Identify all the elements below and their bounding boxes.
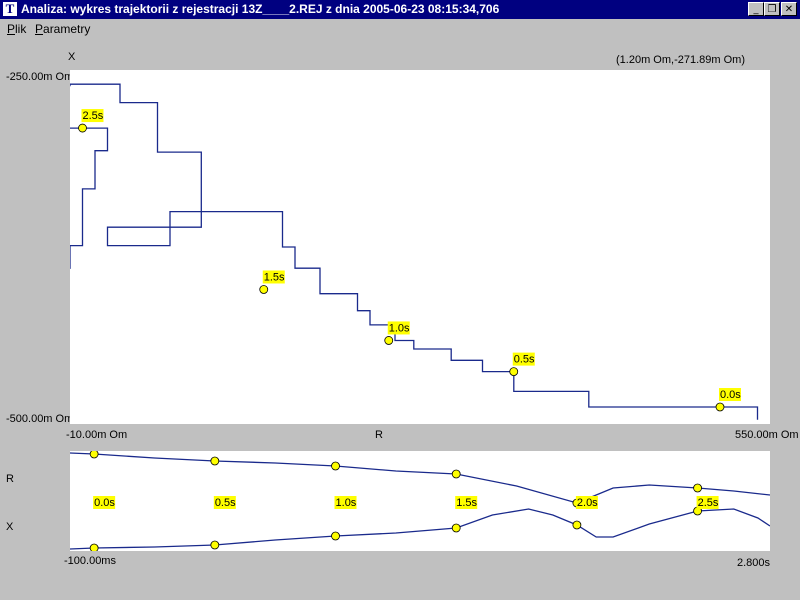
trajectory-marker-label: 2.5s	[83, 110, 104, 122]
restore-button[interactable]: ❐	[764, 2, 780, 16]
trace-x-line	[70, 508, 770, 550]
menu-plik-label: lik	[15, 22, 27, 36]
trace-r-marker	[89, 451, 99, 459]
trajectory-marker-label: 1.5s	[264, 271, 285, 283]
trajectory-marker-label: 0.0s	[720, 389, 741, 401]
app-icon[interactable]: T	[3, 2, 17, 16]
trajectory-plot[interactable]: 0.0s0.5s1.0s1.5s2.0s2.5s	[70, 70, 770, 424]
trace-x-marker	[451, 523, 461, 533]
trajectory-marker	[78, 123, 87, 133]
trajectory-marker	[715, 402, 725, 412]
trace-r-marker	[693, 483, 702, 493]
trace-x-marker	[210, 540, 220, 550]
window-title: Analiza: wykres trajektorii z rejestracj…	[21, 2, 500, 16]
minimize-button[interactable]: _	[748, 2, 764, 16]
trace-label-r: R	[6, 473, 14, 485]
x-min-label: -10.00m Om	[66, 429, 128, 441]
menu-parametry-label: arametry	[43, 22, 91, 36]
time-marker-label: 2.0s	[577, 497, 598, 509]
trace-label-x: X	[6, 521, 14, 533]
x-axis-label: R	[375, 429, 383, 441]
t-min-label: -100.00ms	[64, 555, 116, 567]
t-max-label: 2.800s	[737, 557, 771, 569]
y-max-label: -250.00m Om	[6, 71, 74, 83]
trajectory-marker-label: 1.0s	[389, 322, 410, 334]
cursor-readout: (1.20m Om,-271.89m Om)	[616, 54, 745, 66]
menu-plik-accel: P	[7, 22, 16, 36]
trace-r-marker	[451, 469, 461, 479]
trace-r-line	[70, 452, 770, 504]
time-marker-label: 1.0s	[336, 497, 357, 509]
time-series-plot[interactable]: 0.0s 0.5s 1.0s 1.5s 2.0s 2.5s	[70, 451, 770, 551]
time-marker-label: 0.5s	[215, 497, 236, 509]
y-min-label: -500.00m Om	[6, 413, 74, 425]
trace-x-marker	[331, 531, 340, 541]
y-axis-label: X	[68, 51, 76, 63]
trajectory-marker	[509, 367, 519, 377]
close-button[interactable]: ✕	[781, 2, 797, 16]
menu-parametry-accel: P	[35, 22, 44, 36]
x-max-label: 550.00m Om	[735, 429, 799, 441]
menu-plik[interactable]: Plik	[7, 22, 26, 36]
trajectory-line	[70, 83, 759, 420]
menu-parametry[interactable]: Parametry	[35, 22, 90, 36]
trajectory-marker-label: 0.5s	[514, 354, 535, 366]
time-marker-label: 1.5s	[456, 497, 477, 509]
status-bar	[0, 571, 800, 600]
trace-x-marker	[572, 520, 582, 530]
trace-r-marker	[210, 456, 220, 466]
trace-r-marker	[331, 461, 340, 471]
title-bar[interactable]: T Analiza: wykres trajektorii z rejestra…	[0, 0, 800, 19]
trajectory-marker	[384, 336, 394, 345]
trace-x-marker	[89, 543, 99, 551]
trajectory-marker	[259, 285, 269, 294]
time-marker-label: 0.0s	[94, 497, 115, 509]
menu-bar: Plik Parametry	[0, 19, 800, 37]
time-marker-label: 2.5s	[698, 497, 719, 509]
